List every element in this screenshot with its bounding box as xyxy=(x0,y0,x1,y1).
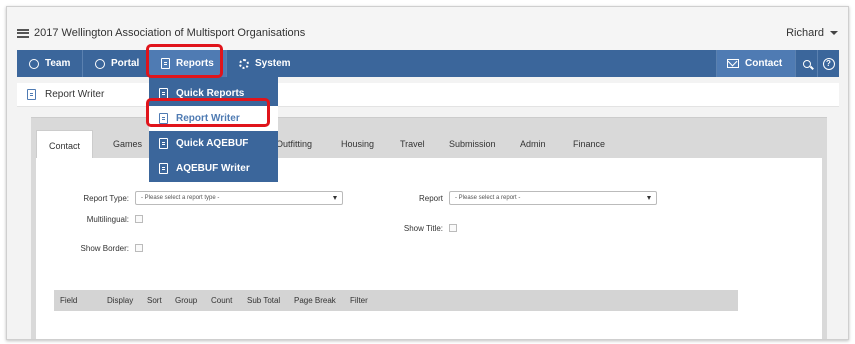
report-type-select[interactable]: - Please select a report type - xyxy=(135,191,343,205)
app-window: 2017 Wellington Association of Multispor… xyxy=(6,6,849,340)
contact-button[interactable]: Contact xyxy=(716,50,795,77)
column-header-display: Display xyxy=(107,296,134,305)
column-header-page-break: Page Break xyxy=(294,296,336,305)
menu-icon xyxy=(17,28,29,38)
tab-content xyxy=(36,158,822,339)
search-button[interactable] xyxy=(795,50,817,77)
globe-icon xyxy=(29,58,39,69)
top-bar: 2017 Wellington Association of Multispor… xyxy=(7,7,848,50)
report-type-label: Report Type: xyxy=(83,194,129,203)
tab-travel[interactable]: Travel xyxy=(400,130,425,158)
user-name: Richard xyxy=(786,27,824,39)
tab-finance[interactable]: Finance xyxy=(573,130,605,158)
menu-item-aqebuf-writer[interactable]: AQEBUF Writer xyxy=(149,156,278,181)
tab-submission[interactable]: Submission xyxy=(449,130,496,158)
search-icon xyxy=(802,59,811,68)
show-title-checkbox[interactable] xyxy=(449,224,457,232)
show-title-label: Show Title: xyxy=(403,224,443,233)
page-header: Report Writer xyxy=(17,83,839,107)
report-icon xyxy=(159,163,168,174)
envelope-icon xyxy=(727,59,739,68)
report-icon xyxy=(159,88,168,99)
tab-outfitting[interactable]: Outfitting xyxy=(276,130,312,158)
nav-item-label: Portal xyxy=(111,58,140,69)
app-title: 2017 Wellington Association of Multispor… xyxy=(34,27,306,39)
gear-icon xyxy=(239,58,249,69)
help-icon: ? xyxy=(822,57,835,70)
show-border-checkbox[interactable] xyxy=(135,244,143,252)
nav-item-portal[interactable]: Portal xyxy=(83,50,149,77)
column-header-sort: Sort xyxy=(147,296,162,305)
main-nav: Team Portal Reports System Contact ? xyxy=(17,50,839,77)
report-value: - Please select a report - xyxy=(455,195,521,201)
app-brand[interactable]: 2017 Wellington Association of Multispor… xyxy=(17,27,305,39)
tab-housing[interactable]: Housing xyxy=(341,130,374,158)
menu-item-quick-reports[interactable]: Quick Reports xyxy=(149,81,278,106)
chevron-down-icon xyxy=(647,196,651,200)
menu-item-quick-aqebuf[interactable]: Quick AQEBUF xyxy=(149,131,278,156)
report-icon xyxy=(159,138,168,149)
column-header-count: Count xyxy=(211,296,233,305)
column-header-field: Field xyxy=(60,296,78,305)
nav-item-system[interactable]: System xyxy=(227,50,307,77)
page-title: Report Writer xyxy=(45,89,105,100)
report-icon xyxy=(27,89,36,100)
chevron-down-icon xyxy=(830,31,838,35)
report-icon xyxy=(161,58,170,69)
multilingual-label: Multilingual: xyxy=(86,215,129,224)
reports-dropdown-menu: Quick Reports Report Writer Quick AQEBUF… xyxy=(149,77,278,182)
multilingual-checkbox[interactable] xyxy=(135,215,143,223)
chevron-down-icon xyxy=(333,196,337,200)
column-header-group: Group xyxy=(175,296,198,305)
menu-item-report-writer[interactable]: Report Writer xyxy=(149,106,278,131)
globe-icon xyxy=(95,58,105,69)
nav-item-label: Reports xyxy=(176,58,214,69)
report-label: Report xyxy=(418,194,443,203)
user-menu[interactable]: Richard xyxy=(786,27,838,39)
nav-item-label: Team xyxy=(45,58,71,69)
nav-item-reports[interactable]: Reports xyxy=(149,50,227,77)
help-button[interactable]: ? xyxy=(817,50,839,77)
column-header-sub-total: Sub Total xyxy=(247,296,281,305)
tab-admin[interactable]: Admin xyxy=(520,130,546,158)
report-type-value: - Please select a report type - xyxy=(141,195,220,201)
report-select[interactable]: - Please select a report - xyxy=(449,191,657,205)
nav-item-label: System xyxy=(255,58,291,69)
contact-label: Contact xyxy=(745,58,783,69)
tab-contact[interactable]: Contact xyxy=(36,130,94,160)
report-icon xyxy=(159,113,168,124)
show-border-label: Show Border: xyxy=(80,244,129,253)
nav-item-team[interactable]: Team xyxy=(17,50,83,77)
tab-games[interactable]: Games xyxy=(113,130,142,158)
grid-header: Field Display Sort Group Count Sub Total… xyxy=(54,290,738,311)
column-header-filter: Filter xyxy=(350,296,368,305)
